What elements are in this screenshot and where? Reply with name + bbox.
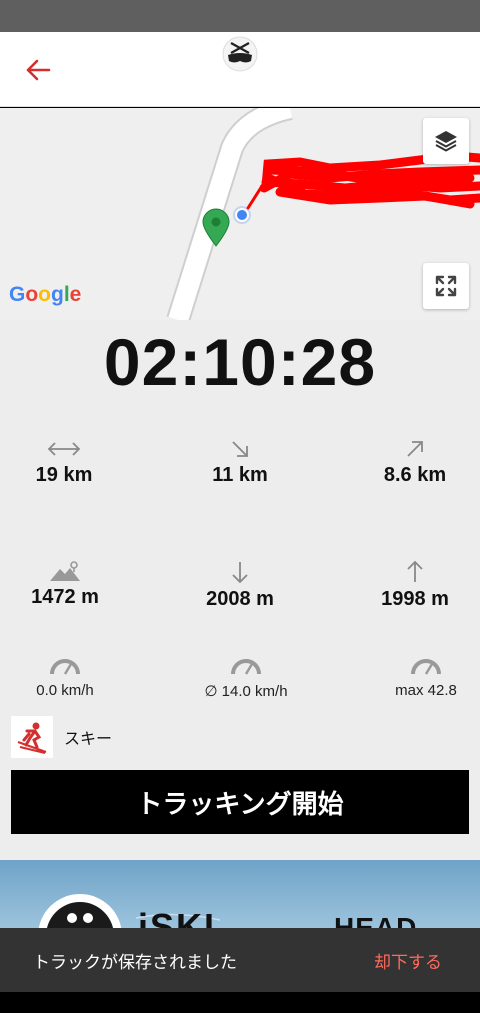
stats-panel: 02:10:28 19 km 11 km 8.6 km 1472 m 2008 … <box>0 320 480 860</box>
banner-partner: HEAD <box>334 912 418 928</box>
dismiss-button[interactable]: 却下する <box>374 948 442 973</box>
layers-button[interactable] <box>423 118 469 164</box>
start-tracking-button[interactable]: トラッキング開始 <box>11 770 469 834</box>
map-view[interactable]: Google <box>0 108 480 320</box>
descent-value: 2008 m <box>206 588 274 610</box>
stat-descent: 2008 m <box>160 560 320 611</box>
arrow-up-icon <box>407 560 423 582</box>
speed-value: 0.0 km/h <box>36 682 94 699</box>
max-speed-value: max 42.8 <box>395 682 457 699</box>
arrow-down-icon <box>232 562 248 584</box>
stat-downhill-distance: 11 km <box>160 438 320 487</box>
avg-speed-value: ∅ 14.0 km/h <box>204 683 288 700</box>
stat-speed: 0.0 km/h <box>0 656 145 699</box>
expand-icon <box>435 275 457 297</box>
speedometer-icon <box>50 659 80 675</box>
google-attribution: Google <box>9 283 82 306</box>
horizontal-arrows-icon <box>47 442 81 456</box>
snackbar: トラックが保存されました 却下する <box>0 928 480 992</box>
duration-timer: 02:10:28 <box>103 325 377 399</box>
distance-value: 19 km <box>35 464 93 486</box>
back-button[interactable] <box>18 52 58 88</box>
stat-max-speed: max 42.8 <box>346 656 480 699</box>
system-nav-bar <box>0 992 480 1013</box>
snackbar-message: トラックが保存されました <box>33 953 237 973</box>
stat-ascent: 1998 m <box>335 560 480 611</box>
location-dot <box>233 206 251 224</box>
stat-uphill-distance: 8.6 km <box>335 438 480 487</box>
stat-distance: 19 km <box>0 438 144 487</box>
banner-brand: iSKI <box>138 906 217 928</box>
fullscreen-button[interactable] <box>423 263 469 309</box>
activity-label: スキー <box>64 729 113 748</box>
altitude-value: 1472 m <box>31 586 99 608</box>
activity-selector[interactable]: スキー <box>11 716 112 758</box>
downhill-distance-value: 11 km <box>212 464 268 486</box>
ski-goggles-logo-icon <box>222 36 258 72</box>
arrow-left-icon <box>26 59 51 81</box>
app-header <box>0 32 480 107</box>
speedometer-icon <box>231 659 261 675</box>
mountain-icon <box>50 561 80 581</box>
arrow-up-right-icon <box>407 441 423 457</box>
ascent-value: 1998 m <box>381 588 449 610</box>
status-bar <box>0 0 480 32</box>
skier-icon <box>11 716 53 758</box>
speedometer-icon <box>411 659 441 675</box>
layers-icon <box>435 131 457 152</box>
stat-avg-speed: ∅ 14.0 km/h <box>166 656 326 700</box>
arrow-down-right-icon <box>232 441 248 457</box>
uphill-distance-value: 8.6 km <box>383 464 447 486</box>
stat-altitude: 1472 m <box>0 560 145 609</box>
ad-banner[interactable]: iSKI HEAD <box>0 860 480 928</box>
